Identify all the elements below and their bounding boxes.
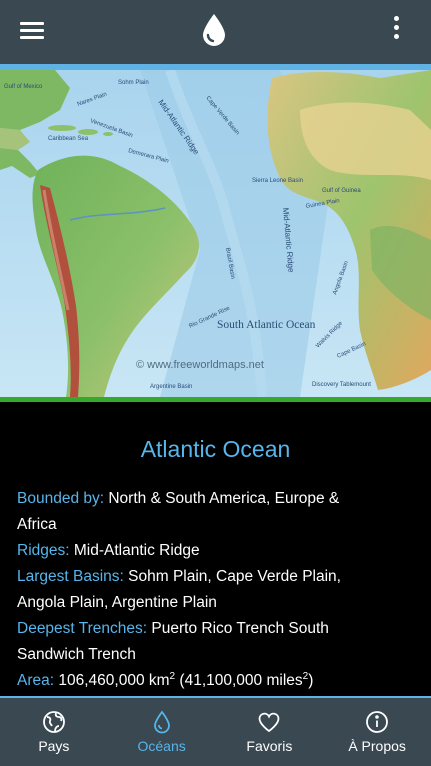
fact-deepest-trenches: Deepest Trenches: Puerto Rico Trench Sou… xyxy=(17,616,373,668)
nav-item-oceans[interactable]: Océans xyxy=(108,698,216,766)
fact-label: Largest Basins: xyxy=(17,568,124,585)
nav-item-pays[interactable]: Pays xyxy=(0,698,108,766)
water-drop-icon xyxy=(203,14,225,46)
fact-bounded-by: Bounded by: North & South America, Europ… xyxy=(17,486,373,538)
nav-label: Océans xyxy=(137,738,186,754)
map-label-gulf-of-guinea: Gulf of Guinea xyxy=(322,188,361,194)
nav-label: Favoris xyxy=(246,738,293,754)
ocean-title: Atlantic Ocean xyxy=(140,436,291,462)
hamburger-menu-icon[interactable] xyxy=(20,22,44,42)
fact-ridges: Ridges: Mid-Atlantic Ridge xyxy=(17,538,373,564)
fact-label: Ridges: xyxy=(17,542,70,559)
map-label-caribbean-sea: Caribbean Sea xyxy=(48,136,89,142)
map-label-gulf-of-mexico: Gulf of Mexico xyxy=(4,84,43,90)
ocean-facts: Bounded by: North & South America, Europ… xyxy=(17,486,373,694)
fact-label: Area: xyxy=(17,672,55,689)
nav-label: À Propos xyxy=(348,738,406,754)
app-bar xyxy=(0,0,431,64)
area-miles: (41,100,000 miles xyxy=(179,672,303,689)
map-copyright: © www.freeworldmaps.net xyxy=(136,359,264,371)
map-label-sohm-plain: Sohm Plain xyxy=(118,80,149,86)
bottom-navigation: Pays Océans Favoris À Propos xyxy=(0,698,431,766)
info-icon xyxy=(366,711,389,733)
nav-item-a-propos[interactable]: À Propos xyxy=(323,698,431,766)
water-drop-icon xyxy=(153,710,170,734)
fact-label: Bounded by: xyxy=(17,490,105,507)
nav-item-favoris[interactable]: Favoris xyxy=(216,698,324,766)
map-label-argentine-basin: Argentine Basin xyxy=(150,384,192,390)
map-label-south-atlantic-ocean: South Atlantic Ocean xyxy=(217,319,316,331)
atlantic-ocean-map: Gulf of Mexico Nares Plain Sohm Plain Ca… xyxy=(0,70,431,397)
map-label-sierra-leone-basin: Sierra Leone Basin xyxy=(252,178,303,184)
fact-area: Area: 106,460,000 km2 (41,100,000 miles2… xyxy=(17,668,373,694)
heart-icon xyxy=(258,712,280,733)
area-km: 106,460,000 km xyxy=(58,672,170,689)
area-close: ) xyxy=(308,672,314,689)
fact-value: Mid-Atlantic Ridge xyxy=(73,542,200,559)
area-km-exponent: 2 xyxy=(169,670,176,682)
globe-icon xyxy=(42,711,65,733)
nav-label: Pays xyxy=(38,738,70,754)
more-vert-icon[interactable] xyxy=(388,16,404,46)
fact-largest-basins: Largest Basins: Sohm Plain, Cape Verde P… xyxy=(17,564,373,616)
map-label-discovery-tablemount: Discovery Tablemount xyxy=(312,382,371,388)
map-divider xyxy=(0,397,431,402)
fact-label: Deepest Trenches: xyxy=(17,620,148,637)
